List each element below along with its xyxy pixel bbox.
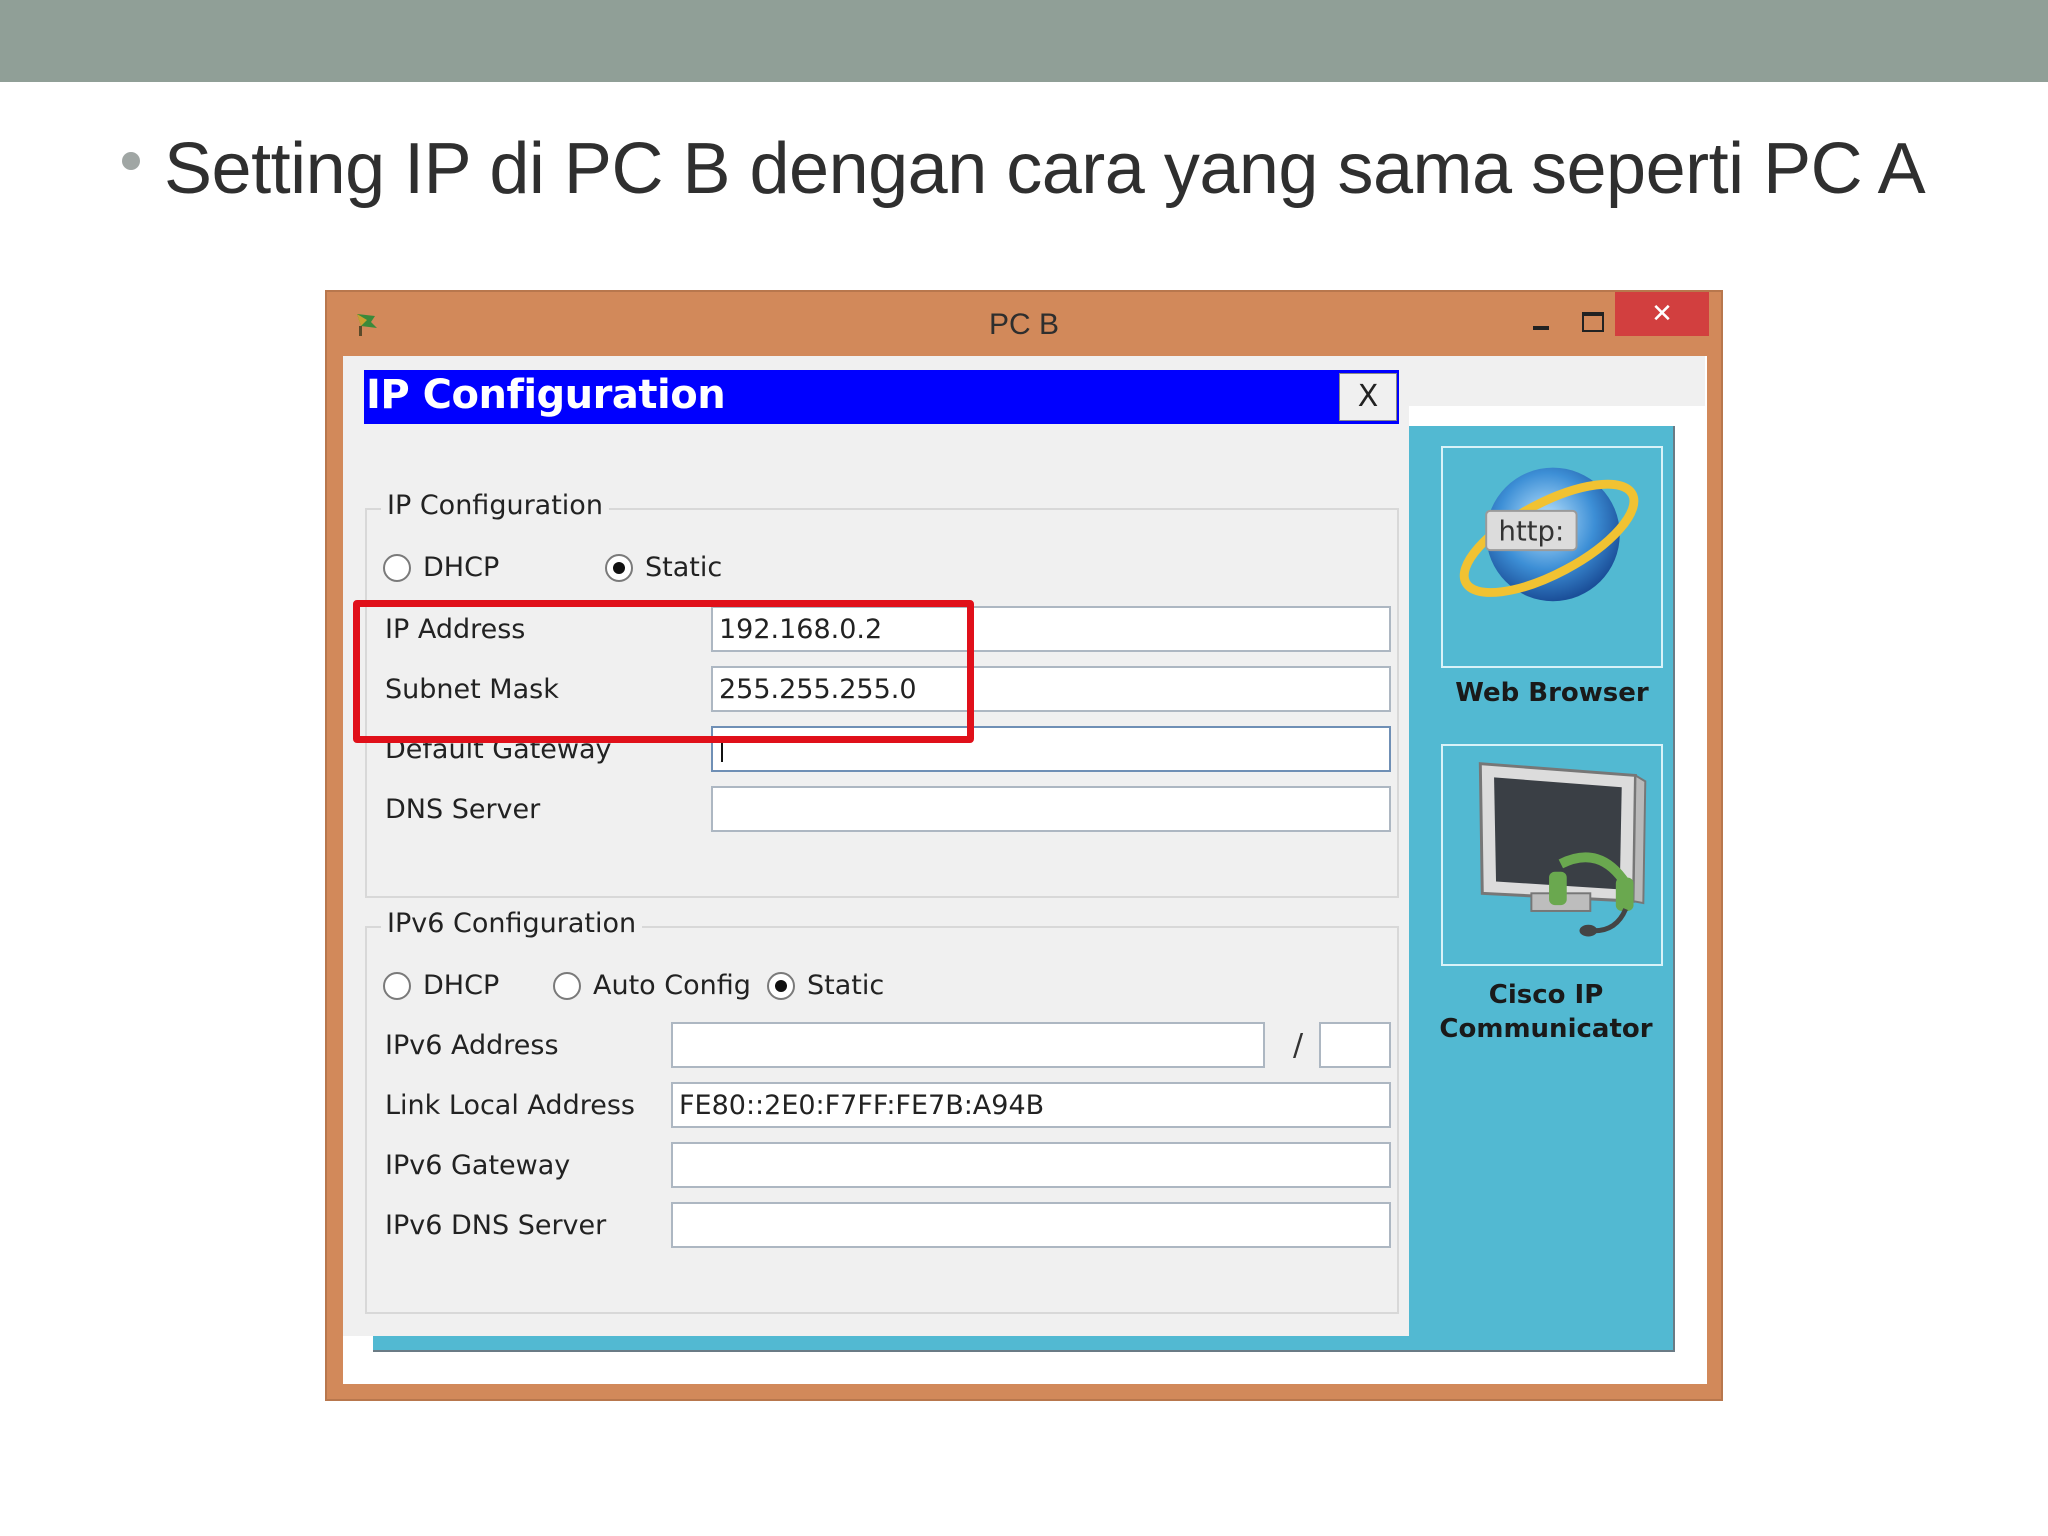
ipv4-static-radio-label: Static xyxy=(645,552,723,583)
ipv6-dhcp-radio-label: DHCP xyxy=(423,970,500,1001)
cisco-ip-communicator-label-line1: Cisco IP xyxy=(1488,980,1604,1010)
dns-server-label: DNS Server xyxy=(385,794,541,825)
ipv4-static-radio[interactable]: Static xyxy=(605,552,722,583)
pc-b-window: PC B ✕ http: Web Browser Cisco IP Commun… xyxy=(325,290,1723,1401)
link-local-address-label: Link Local Address xyxy=(385,1090,635,1121)
ipv4-static-radio-dot[interactable] xyxy=(605,553,633,582)
maximize-button[interactable] xyxy=(1569,300,1613,340)
prefix-separator: / xyxy=(1293,1028,1304,1063)
dialog-title: IP Configuration xyxy=(366,372,726,418)
cisco-ip-communicator-label[interactable]: Cisco IP Communicator xyxy=(1413,978,1679,1046)
ipv6-group-legend: IPv6 Configuration xyxy=(381,908,643,939)
ipv6-dhcp-radio[interactable]: DHCP xyxy=(383,970,499,1001)
ipv4-dhcp-radio[interactable]: DHCP xyxy=(383,552,499,583)
ipv4-dhcp-radio-label: DHCP xyxy=(423,552,500,583)
dialog-close-button[interactable]: X xyxy=(1339,373,1397,421)
web-browser-icon-text: http: xyxy=(1499,515,1565,547)
ipv6-dns-server-label: IPv6 DNS Server xyxy=(385,1210,607,1241)
dns-server-input[interactable] xyxy=(711,786,1391,832)
window-title: PC B xyxy=(988,308,1060,341)
ipv6-config-group: IPv6 Configuration DHCP Auto Config Stat… xyxy=(365,908,1399,1314)
ipv6-dhcp-radio-dot[interactable] xyxy=(383,971,411,1000)
window-titlebar[interactable]: PC B ✕ xyxy=(327,292,1721,354)
web-browser-icon: http: xyxy=(1459,467,1639,602)
slide-bullet xyxy=(122,152,140,170)
web-browser-tile[interactable]: http: xyxy=(1441,446,1663,668)
ipv6-auto-config-radio-label: Auto Config xyxy=(593,970,751,1001)
ipv4-dhcp-radio-dot[interactable] xyxy=(383,553,411,582)
ipv6-auto-config-radio[interactable]: Auto Config xyxy=(553,970,751,1001)
ipv6-gateway-input[interactable] xyxy=(671,1142,1391,1188)
ipv6-address-input[interactable] xyxy=(671,1022,1265,1068)
slide-top-bar xyxy=(0,0,2048,82)
ipv6-static-radio[interactable]: Static xyxy=(767,970,884,1001)
ipv6-prefix-input[interactable] xyxy=(1319,1022,1391,1068)
web-browser-label[interactable]: Web Browser xyxy=(1423,676,1681,710)
monitor-headset-icon xyxy=(1478,762,1647,937)
ipv6-address-label: IPv6 Address xyxy=(385,1030,559,1061)
ipv6-static-radio-label: Static xyxy=(807,970,885,1001)
link-local-address-input[interactable] xyxy=(671,1082,1391,1128)
window-close-button[interactable]: ✕ xyxy=(1615,292,1709,336)
ipv6-static-radio-dot[interactable] xyxy=(767,971,795,1000)
slide-title: Setting IP di PC B dengan cara yang sama… xyxy=(164,129,1926,209)
minimize-button[interactable] xyxy=(1519,300,1563,340)
cisco-ip-communicator-tile[interactable] xyxy=(1441,744,1663,966)
cisco-ip-communicator-label-line2: Communicator xyxy=(1439,1014,1653,1044)
ipv6-auto-config-radio-dot[interactable] xyxy=(553,971,581,1000)
ipv6-gateway-label: IPv6 Gateway xyxy=(385,1150,571,1181)
ipv6-dns-server-input[interactable] xyxy=(671,1202,1391,1248)
ip-subnet-highlight-box xyxy=(353,600,974,743)
ipv4-group-legend: IP Configuration xyxy=(381,490,609,521)
dialog-titlebar[interactable]: IP Configuration X xyxy=(364,370,1399,424)
ip-configuration-dialog: IP Configuration X IP Configuration DHCP… xyxy=(343,356,1409,1336)
